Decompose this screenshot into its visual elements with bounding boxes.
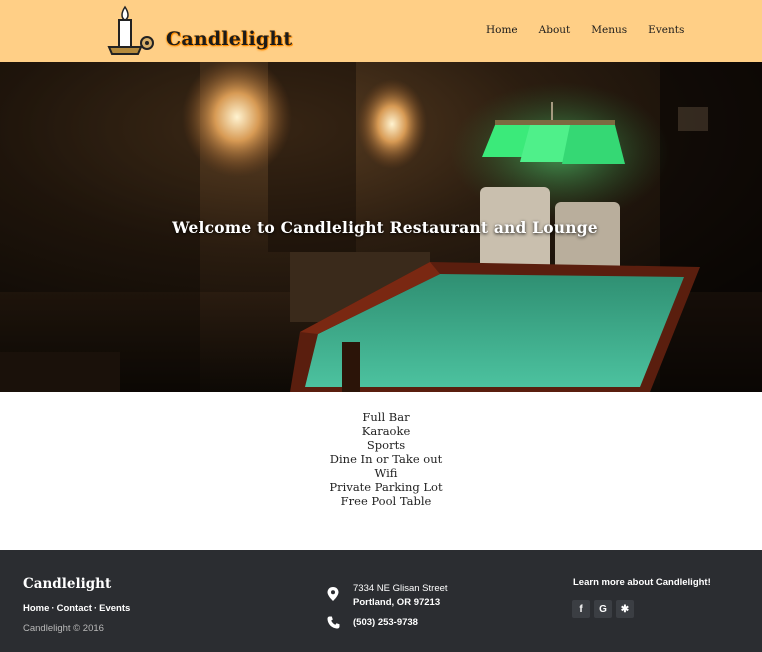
nav-menus[interactable]: Menus	[591, 23, 627, 37]
site-footer: Candlelight Home · Contact · Events Candleli…	[0, 550, 762, 652]
map-marker-icon	[327, 587, 339, 601]
facebook-icon[interactable]: f	[572, 600, 590, 618]
brand-name[interactable]: Candlelight	[166, 28, 292, 50]
yelp-icon[interactable]: ✱	[616, 600, 634, 618]
footer-phone[interactable]: (503) 253-9738	[353, 617, 418, 628]
footer-address: 7334 NE Glisan Street Portland, OR 97213	[353, 582, 448, 610]
main-nav: Home About Menus Events	[486, 23, 705, 37]
feature-item: Wifi	[374, 466, 398, 480]
footer-link-events[interactable]: Events	[99, 603, 130, 614]
feature-item: Full Bar	[362, 410, 410, 424]
copyright-text: Candlelight © 2016	[23, 623, 104, 634]
feature-item: Free Pool Table	[340, 494, 432, 508]
google-icon[interactable]: G	[594, 600, 612, 618]
address-line-2: Portland, OR 97213	[353, 597, 441, 608]
nav-about[interactable]: About	[539, 23, 571, 37]
footer-link-home[interactable]: Home	[23, 603, 49, 614]
footer-link-contact[interactable]: Contact	[57, 603, 92, 614]
feature-item: Dine In or Take out	[329, 452, 443, 466]
social-links: f G ✱	[572, 600, 634, 618]
footer-about-heading: Learn more about Candlelight!	[573, 577, 711, 588]
feature-item: Karaoke	[361, 424, 411, 438]
nav-events[interactable]: Events	[648, 23, 684, 37]
address-line-1: 7334 NE Glisan Street	[353, 583, 448, 594]
feature-item: Sports	[366, 438, 406, 452]
site-header: Candlelight Home About Menus Events	[0, 0, 762, 62]
footer-links: Home · Contact · Events	[23, 603, 130, 614]
feature-item: Private Parking Lot	[329, 480, 443, 494]
phone-icon	[327, 616, 340, 629]
footer-brand: Candlelight	[23, 576, 112, 592]
candle-logo-icon[interactable]	[104, 3, 160, 59]
nav-home[interactable]: Home	[486, 23, 518, 37]
hero-title: Welcome to Candlelight Restaurant and Lo…	[172, 218, 598, 237]
features-list: Full Bar Karaoke Sports Dine In or Take …	[0, 410, 762, 508]
link-separator: ·	[51, 603, 55, 614]
hero-banner: Welcome to Candlelight Restaurant and Lo…	[0, 62, 762, 392]
